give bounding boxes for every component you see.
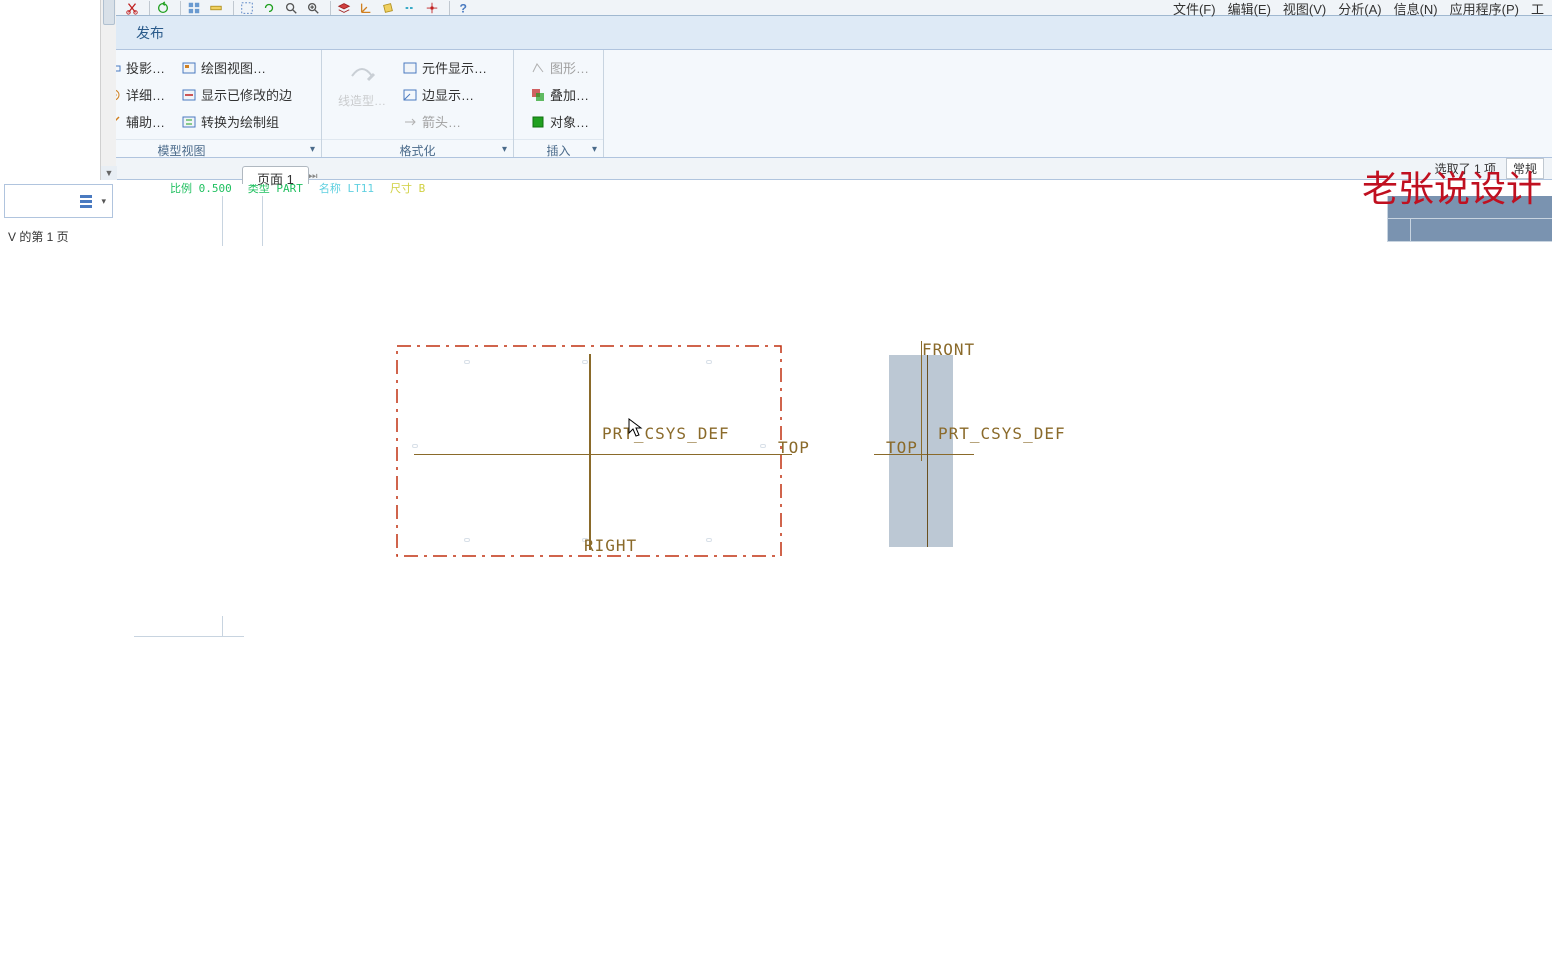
main-right-label: RIGHT [584,536,637,555]
tree-toolbar: ▾ [4,184,113,218]
size-label: 尺寸 B [390,180,425,196]
drawing-view-button[interactable]: 绘图视图… [177,56,296,79]
component-display-button[interactable]: 元件显示… [398,56,491,79]
sheet-tab-1[interactable]: 页面 1 [242,166,309,184]
menu-app[interactable]: 应用程序(P) [1450,0,1519,18]
point-icon[interactable] [425,1,443,15]
zoom-fit-icon[interactable] [284,1,302,15]
grid-icon[interactable] [187,1,205,15]
ribbon-tabs: 草绘 审阅 发布 [0,16,1552,50]
tree-body: V 的第 1 页 [0,222,117,251]
tree-settings-icon[interactable] [79,193,99,209]
show-modified-edges-button[interactable]: 显示已修改的边 [177,83,296,106]
cursor-icon [628,418,644,441]
menu-bar: 文件(F) 编辑(E) 视图(V) 分析(A) 信息(N) 应用程序(P) 工 [1173,0,1544,16]
edge-display-button[interactable]: 边显示… [398,83,491,106]
menu-info[interactable]: 信息(N) [1394,0,1438,18]
scale-label: 比例 0.500 [170,180,232,196]
refresh-icon[interactable] [262,1,280,15]
arrow-button: 箭头… [398,110,491,133]
lt-label: 名称 LT11 [319,180,374,196]
overlay-button[interactable]: 叠加… [526,83,593,106]
ruler-icon[interactable] [209,1,227,15]
zoom-in-icon[interactable] [306,1,324,15]
tab-publish[interactable]: 发布 [120,17,180,49]
menu-edit[interactable]: 编辑(E) [1228,0,1271,18]
select-icon[interactable] [240,1,258,15]
axis-icon[interactable] [403,1,421,15]
watermark-text: 老张说设计 [1362,160,1542,212]
svg-text:?: ? [460,1,467,15]
cut-icon[interactable] [125,1,143,15]
ribbon: 页面 一般 ▾ 投影… 详细… 辅助… 绘图视图… 显示已修改的边 转换为绘制组… [0,50,1552,158]
csys-icon[interactable] [359,1,377,15]
shape-button: 图形… [526,56,593,79]
menu-view[interactable]: 视图(V) [1283,0,1326,18]
side-lower-panel: ▲ ▼ [0,0,116,180]
line-style-button[interactable]: 线造型… [330,54,394,113]
side-csys-label: PRT_CSYS_DEF [938,424,1066,443]
menu-tool[interactable]: 工 [1531,0,1544,18]
layer-icon[interactable] [337,1,355,15]
main-top-label: TOP [778,438,810,457]
side-scrollbar[interactable]: ▲ ▼ [100,0,116,180]
regen-icon[interactable] [156,1,174,15]
menu-analysis[interactable]: 分析(A) [1338,0,1381,18]
plane-icon[interactable] [381,1,399,15]
ribbon-group-insert: 插入▾ [514,139,603,159]
side-front-label: FRONT [922,340,975,359]
side-top-label: TOP [886,438,918,457]
selection-status-bar: 选取了 1 项 常规 [0,158,1552,180]
quick-access-toolbar: ? 文件(F) 编辑(E) 视图(V) 分析(A) 信息(N) 应用程序(P) … [0,0,1552,16]
main-csys-label: PRT_CSYS_DEF [602,424,730,443]
ribbon-group-format: 格式化▾ [322,139,513,159]
tree-page-item[interactable]: V 的第 1 页 [8,228,109,245]
to-draft-group-button[interactable]: 转换为绘制组 [177,110,296,133]
object-button[interactable]: 对象… [526,110,593,133]
sheet-status-strip: 比例 0.500 类型 PART 名称 LT11 尺寸 B [150,180,1552,196]
menu-file[interactable]: 文件(F) [1173,0,1216,18]
help-icon[interactable]: ? [456,1,474,15]
